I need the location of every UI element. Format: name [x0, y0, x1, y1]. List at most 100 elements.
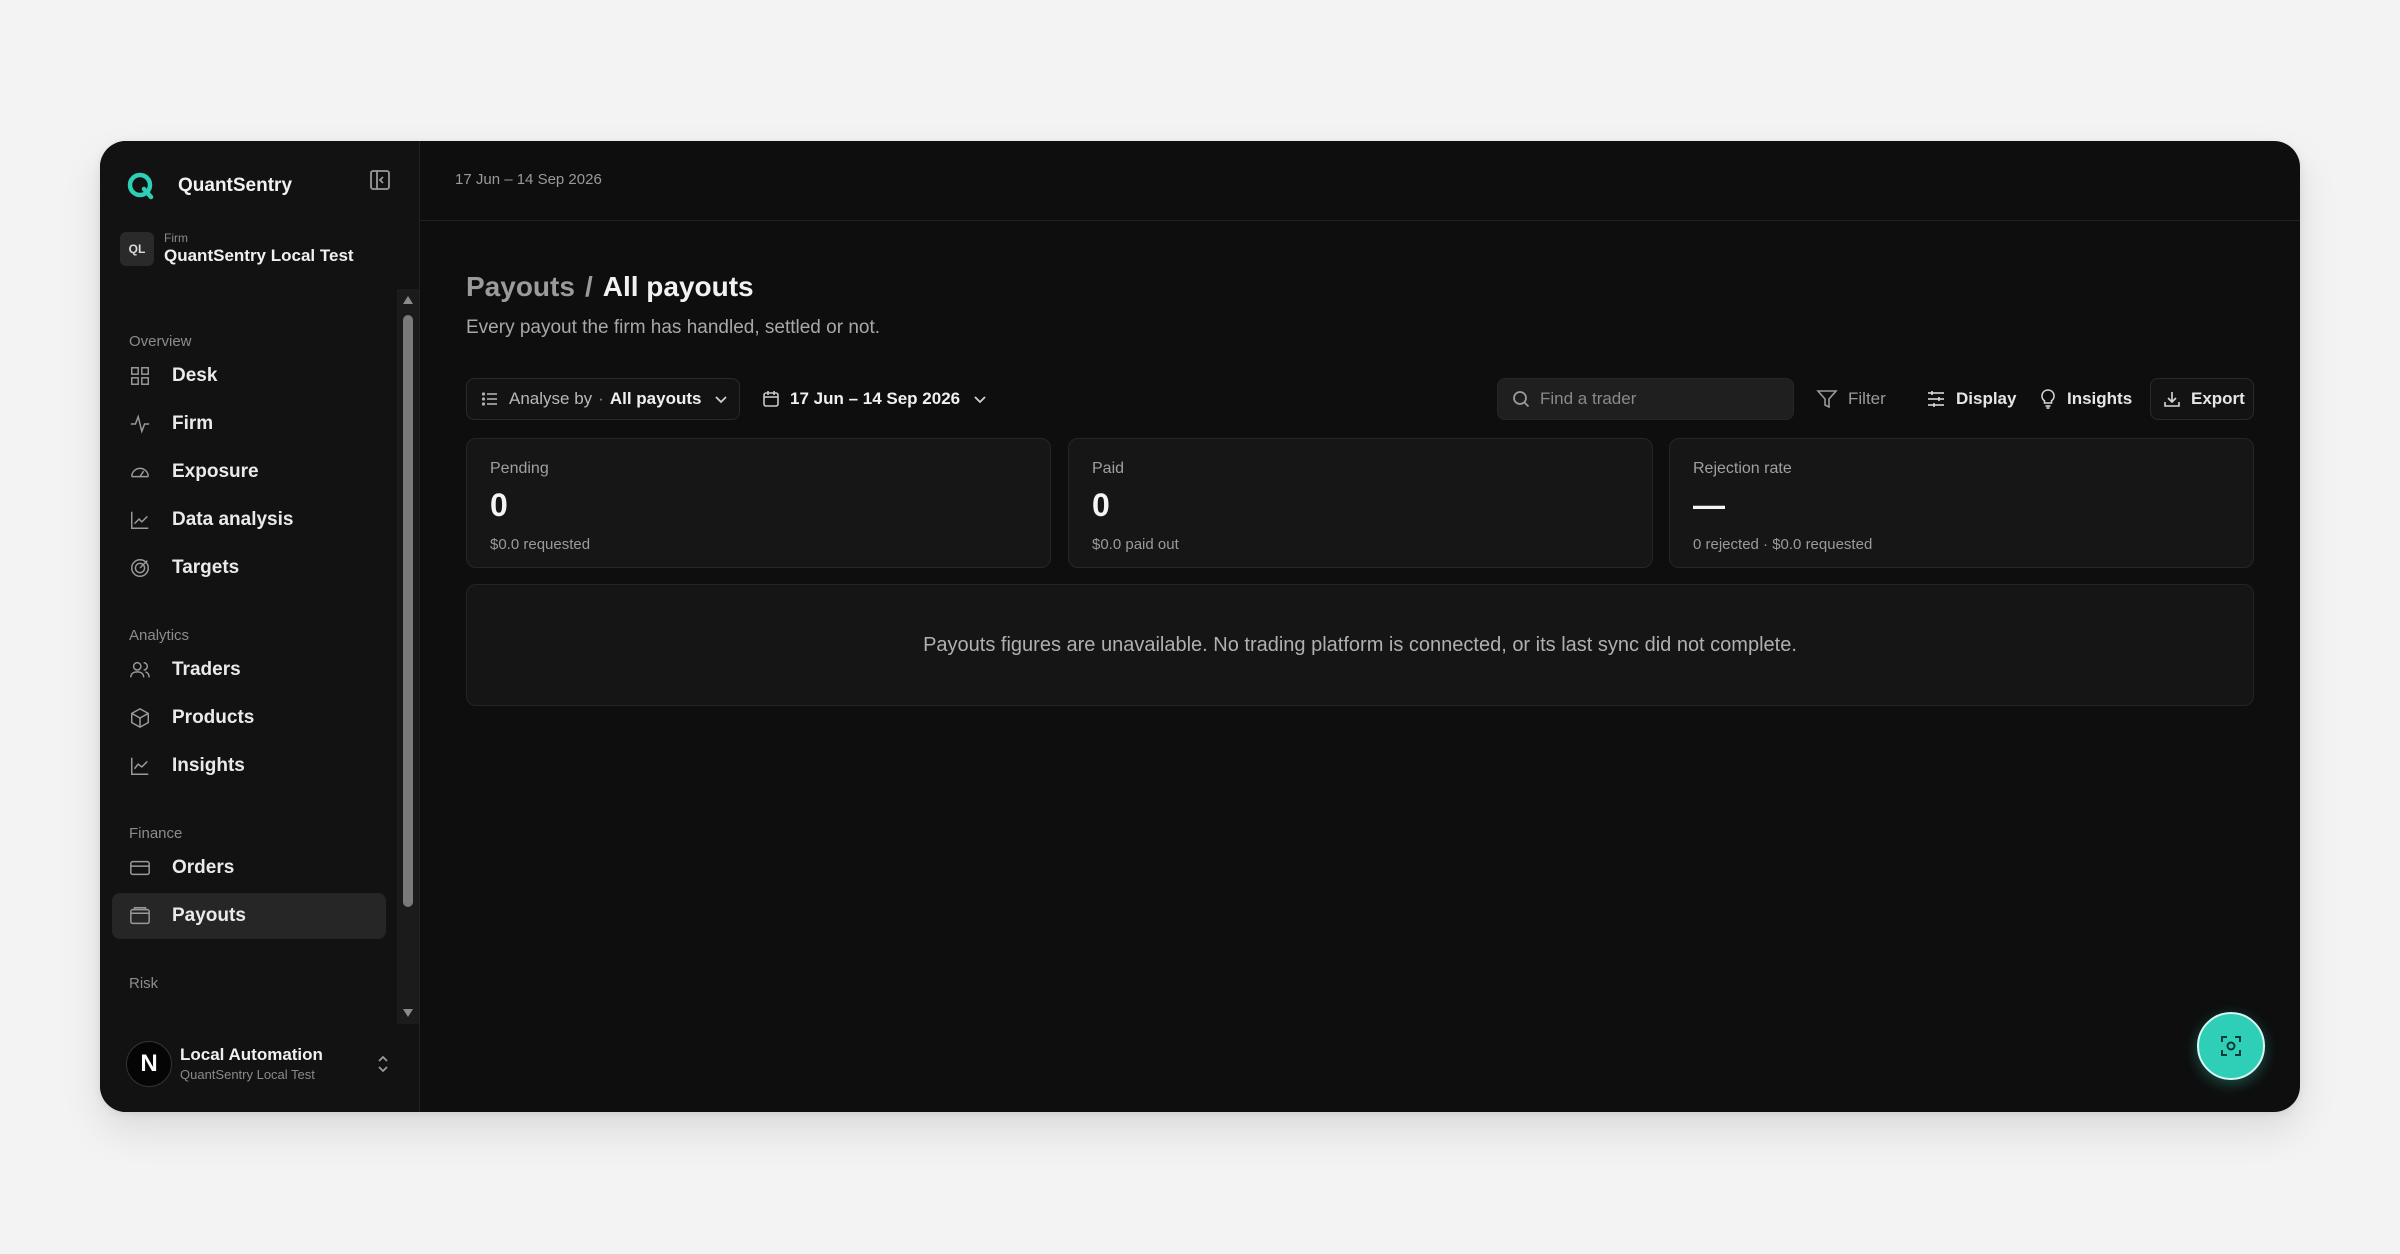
sidebar-item-traders[interactable]: Traders: [112, 647, 386, 693]
sidebar-nav: Overview Desk Firm Exposure Data analysi…: [112, 331, 386, 995]
grid-icon: [131, 367, 149, 385]
users-icon: [130, 661, 150, 678]
app-window: QuantSentry QL Firm QuantSentry Local Te…: [100, 141, 2300, 1112]
chevron-down-icon: [715, 396, 728, 404]
page-subtitle: Every payout the firm has handled, settl…: [466, 317, 881, 338]
sidebar-item-targets[interactable]: Targets: [112, 545, 386, 591]
analyse-by-label: Analyse by: [509, 389, 593, 408]
sidebar-item-label: Insights: [172, 755, 245, 776]
scan-icon: [2221, 1036, 2241, 1056]
sidebar-item-orders[interactable]: Orders: [112, 845, 386, 891]
analyse-by-value: All payouts: [609, 389, 702, 408]
scroll-up-icon[interactable]: [401, 293, 415, 307]
sidebar-item-firm[interactable]: Firm: [112, 401, 386, 447]
export-label: Export: [2191, 389, 2245, 408]
stat-card-rejection-rate: Rejection rate — 0 rejected · $0.0 reque…: [1669, 438, 2254, 568]
topbar-date-range: 17 Jun – 14 Sep 2026: [455, 171, 602, 188]
sidebar-item-label: Desk: [172, 365, 218, 386]
unavailable-notice: Payouts figures are unavailable. No trad…: [466, 584, 2254, 706]
sidebar-item-data-analysis[interactable]: Data analysis: [112, 497, 386, 543]
sidebar-item-exposure[interactable]: Exposure: [112, 449, 386, 495]
sidebar-item-products[interactable]: Products: [112, 695, 386, 741]
firm-name: QuantSentry Local Test: [164, 246, 354, 265]
toolbar: Analyse by · All payouts 17 Jun – 14 Sep…: [466, 378, 2254, 420]
insights-label: Insights: [2067, 389, 2133, 408]
user-org: QuantSentry Local Test: [180, 1067, 315, 1082]
stat-card-sub: $0.0 paid out: [1092, 536, 1179, 553]
lightbulb-icon: [2041, 389, 2055, 409]
sidebar-item-label: Products: [172, 707, 255, 728]
trader-search[interactable]: [1497, 378, 1794, 420]
sidebar-item-label: Payouts: [172, 905, 246, 926]
stat-card-sub: $0.0 requested: [490, 536, 591, 553]
display-label: Display: [1956, 389, 2017, 408]
stat-card-label: Rejection rate: [1693, 460, 1792, 477]
sidebar-item-desk[interactable]: Desk: [112, 353, 386, 399]
sliders-icon: [1928, 391, 1944, 407]
nav-section-analytics: Analytics: [129, 627, 190, 644]
stat-card-sub: 0 rejected · $0.0 requested: [1693, 536, 1873, 553]
gauge-icon: [131, 467, 149, 478]
stat-card-label: Pending: [490, 460, 549, 477]
user-switcher[interactable]: N Local Automation QuantSentry Local Tes…: [126, 1034, 396, 1094]
date-range-dropdown[interactable]: 17 Jun – 14 Sep 2026: [762, 378, 988, 420]
scroll-down-icon[interactable]: [401, 1006, 415, 1020]
filter-label: Filter: [1848, 389, 1886, 408]
activity-icon: [130, 414, 150, 434]
chevron-down-icon: [974, 396, 986, 404]
wallet-icon: [130, 907, 150, 925]
app-name: QuantSentry: [178, 175, 293, 196]
firm-badge: QL: [120, 232, 154, 266]
nav-section-overview: Overview: [129, 333, 192, 350]
export-button[interactable]: Export: [2150, 378, 2254, 420]
line-chart-icon: [131, 511, 149, 529]
filter-icon: [1816, 390, 1838, 409]
main-content: 17 Jun – 14 Sep 2026 Payouts / All payouts…: [420, 141, 2300, 1112]
brand[interactable]: QuantSentry: [126, 166, 292, 206]
stat-card-pending: Pending 0 $0.0 requested: [466, 438, 1051, 568]
card-icon: [130, 860, 150, 876]
page-title: All payouts: [602, 271, 754, 302]
avatar: N: [126, 1041, 172, 1087]
sidebar-item-label: Orders: [172, 857, 235, 878]
stat-card-value: 0: [490, 487, 508, 523]
breadcrumb-parent[interactable]: Payouts: [466, 271, 575, 302]
sidebar-item-label: Exposure: [172, 461, 259, 482]
download-icon: [2164, 392, 2180, 407]
topbar: 17 Jun – 14 Sep 2026: [420, 141, 2300, 221]
analyse-by-dot: ·: [598, 389, 604, 408]
sidebar-item-label: Traders: [172, 659, 241, 680]
stat-cards: Pending 0 $0.0 requested Paid 0 $0.0 pai…: [466, 438, 2254, 568]
sidebar-item-label: Targets: [172, 557, 240, 578]
date-range-value: 17 Jun – 14 Sep 2026: [790, 389, 961, 408]
quantsentry-logo-icon: [127, 172, 154, 200]
analyse-by-dropdown[interactable]: Analyse by · All payouts: [466, 378, 740, 420]
search-icon: [1513, 391, 1530, 408]
insights-button[interactable]: Insights: [2039, 378, 2132, 420]
user-name: Local Automation: [180, 1045, 323, 1064]
firm-label: Firm: [164, 231, 188, 245]
sidebar-item-label: Data analysis: [172, 509, 294, 530]
display-button[interactable]: Display: [1926, 378, 2016, 420]
scroll-thumb[interactable]: [403, 315, 413, 907]
capture-fab-button[interactable]: [2197, 1012, 2265, 1080]
breadcrumb-separator: /: [584, 271, 593, 302]
sidebar-item-label: Firm: [172, 413, 214, 434]
search-input[interactable]: [1540, 389, 1780, 409]
nav-section-risk: Risk: [129, 975, 159, 992]
sidebar: QuantSentry QL Firm QuantSentry Local Te…: [100, 141, 420, 1112]
sidebar-item-payouts[interactable]: Payouts: [112, 893, 386, 939]
sidebar-item-insights[interactable]: Insights: [112, 743, 386, 789]
stat-card-value: 0: [1092, 487, 1110, 523]
chevron-up-down-icon[interactable]: [372, 1052, 394, 1076]
sidebar-collapse-icon[interactable]: [368, 168, 392, 192]
calendar-icon: [763, 391, 779, 407]
stat-card-value: —: [1693, 487, 1725, 523]
package-icon: [131, 707, 149, 729]
breadcrumb: Payouts / All payouts: [466, 271, 754, 303]
sidebar-scrollbar[interactable]: [397, 289, 419, 1024]
nav-section-finance: Finance: [129, 825, 183, 842]
filter-button[interactable]: Filter: [1816, 378, 1886, 420]
target-icon: [131, 559, 149, 577]
firm-switcher[interactable]: QL Firm QuantSentry Local Test: [120, 231, 354, 267]
